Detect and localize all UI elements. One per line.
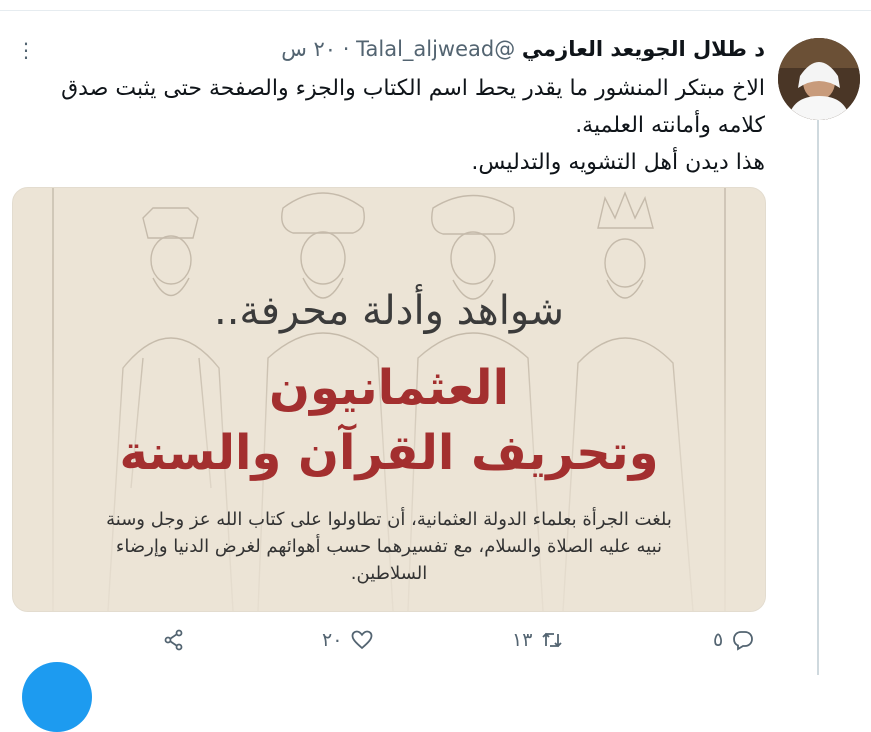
media-body-text: بلغت الجرأة بعلماء الدولة العثمانية، أن …: [106, 509, 672, 584]
timestamp[interactable]: ٢٠ س: [281, 37, 336, 61]
media-headline: شواهد وأدلة محرفة..: [214, 288, 564, 334]
media-title-line2: وتحريف القرآن والسنة: [119, 425, 659, 481]
retweet-count: ١٣: [512, 629, 533, 651]
share-button[interactable]: [162, 622, 186, 658]
tweet-text: الاخ مبتكر المنشور ما يقدر يحط اسم الكتا…: [61, 76, 765, 175]
share-icon: [164, 629, 183, 651]
reply-button[interactable]: ٥: [713, 622, 755, 658]
reply-count: ٥: [713, 629, 724, 651]
like-icon: [352, 630, 373, 650]
tweet-actions: ٢٠ ١٣ ٥: [0, 622, 871, 658]
author-name[interactable]: د طلال الجويعد العازمي: [522, 37, 765, 61]
separator-dot: ·: [342, 37, 350, 61]
author-handle[interactable]: @Talal_aljwead: [356, 37, 515, 61]
retweet-button[interactable]: ١٣: [512, 622, 564, 658]
reply-icon: [733, 631, 754, 651]
compose-button[interactable]: [22, 662, 92, 732]
tweet-header: د طلال الجويعد العازمي @Talal_aljwead · …: [281, 34, 765, 64]
media-title-line1: العثمانيون: [268, 360, 510, 416]
retweet-icon: [542, 632, 563, 648]
avatar[interactable]: [778, 38, 860, 120]
thread-line: [817, 120, 819, 675]
tweet-media-image[interactable]: شواهد وأدلة محرفة.. العثمانيون وتحريف ال…: [12, 187, 766, 612]
like-button[interactable]: ٢٠: [322, 622, 374, 658]
top-divider: [0, 10, 871, 11]
more-icon[interactable]: ⋮: [16, 40, 36, 64]
like-count: ٢٠: [322, 629, 343, 651]
